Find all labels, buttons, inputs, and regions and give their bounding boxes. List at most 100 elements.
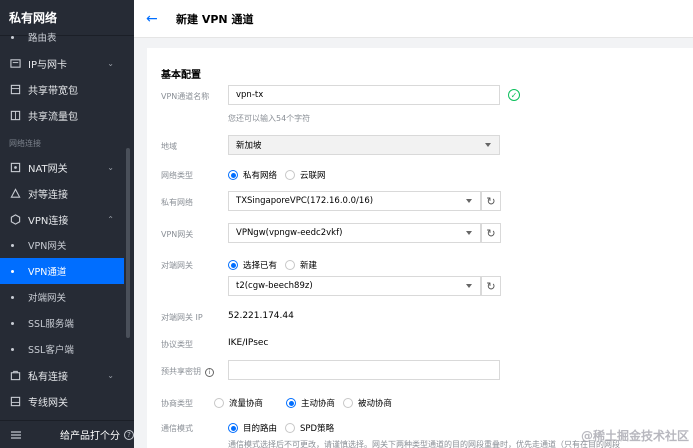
sidebar-item-ip-card[interactable]: IP与网卡 ⌄ (0, 50, 124, 76)
radio-label: 私有网络 (243, 171, 278, 181)
vpc-value: TXSingaporeVPC(172.16.0.0/16) (236, 196, 374, 206)
page-title: 新建 VPN 通道 (176, 12, 254, 26)
radio-ccn[interactable]: 云联网 (285, 169, 326, 181)
check-circle-icon: ✓ (508, 89, 520, 101)
sidebar-scrollbar[interactable] (126, 148, 130, 338)
tunnel-name-input[interactable]: vpn-tx (228, 85, 500, 105)
peer-ip-value: 52.221.174.44 (228, 311, 294, 321)
caret-down-icon (485, 143, 491, 147)
radio-circle (228, 260, 238, 270)
info-icon[interactable]: i (205, 368, 214, 377)
name-hint: 您还可以输入54个字符 (228, 114, 311, 123)
bullet-icon (11, 295, 14, 299)
radio-circle (228, 423, 238, 433)
sidebar-item-customer-gateway[interactable]: 对端网关 (0, 284, 124, 310)
radio-active-negotiation[interactable]: 主动协商 (286, 397, 335, 409)
sidebar-item-label: VPN通道 (28, 267, 67, 278)
psk-input[interactable] (228, 360, 500, 380)
protocol-label: 协议类型 (161, 340, 193, 349)
section-label-network-connection: 网络连接 (9, 139, 41, 148)
sidebar-item-label: 对等连接 (28, 189, 68, 201)
collapse-icon[interactable] (10, 429, 22, 441)
bullet-icon (11, 269, 14, 273)
peer-gateway-label: 对端网关 (161, 261, 193, 270)
vpn-gateway-label: VPN网关 (161, 230, 194, 239)
radio-passive-negotiation[interactable]: 被动协商 (343, 397, 392, 409)
sidebar-item-peering[interactable]: 对等连接 (0, 180, 124, 206)
peer-gateway-select[interactable]: t2(cgw-beech89z) (228, 276, 481, 296)
refresh-vpn-gateway-button[interactable]: ↻ (481, 223, 501, 243)
protocol-value: IKE/IPsec (228, 338, 269, 348)
chevron-down-icon: ⌄ (107, 370, 114, 380)
sidebar: 私有网络 路由表 IP与网卡 ⌄ 共享带宽包 共享流量包 网络连接 NAT网关 … (0, 0, 134, 448)
traffic-package-icon (9, 109, 21, 121)
name-label: VPN通道名称 (161, 92, 210, 101)
chevron-down-icon: ⌄ (107, 162, 114, 172)
sidebar-item-label: IP与网卡 (28, 59, 67, 71)
rate-product-bar[interactable]: 给产品打个分 ? (0, 420, 134, 448)
region-select[interactable]: 新加坡 (228, 135, 500, 155)
refresh-icon: ↻ (486, 279, 496, 293)
radio-create-new[interactable]: 新建 (285, 259, 317, 271)
sidebar-item-route-table[interactable]: 路由表 (0, 30, 124, 44)
ip-card-icon (9, 57, 21, 69)
radio-select-existing[interactable]: 选择已有 (228, 259, 277, 271)
bandwidth-package-icon (9, 83, 21, 95)
network-type-label: 网络类型 (161, 171, 193, 180)
sidebar-item-label: VPN网关 (28, 241, 67, 252)
sidebar-item-label: 私有连接 (28, 371, 68, 383)
nat-gateway-icon (9, 161, 21, 173)
radio-label: 云联网 (300, 171, 326, 181)
radio-circle (285, 423, 295, 433)
vpn-icon (9, 213, 21, 225)
sidebar-item-private-link[interactable]: 私有连接 ⌄ (0, 362, 124, 388)
sidebar-item-nat-gateway[interactable]: NAT网关 ⌄ (0, 154, 124, 180)
refresh-peer-gateway-button[interactable]: ↻ (481, 276, 501, 296)
radio-destination-route[interactable]: 目的路由 (228, 422, 277, 434)
radio-label: 选择已有 (243, 261, 278, 271)
radio-label: 流量协商 (229, 399, 264, 409)
form-panel: 基本配置 VPN通道名称 vpn-tx ✓ 您还可以输入54个字符 地域 新加坡… (147, 48, 693, 448)
vpn-gateway-select[interactable]: VPNgw(vpngw-eedc2vkf) (228, 223, 481, 243)
radio-traffic-negotiation[interactable]: 流量协商 (214, 397, 263, 409)
radio-spd-policy[interactable]: SPD策略 (285, 422, 334, 434)
bullet-icon (11, 347, 14, 351)
refresh-vpc-button[interactable]: ↻ (481, 191, 501, 211)
radio-label: 主动协商 (301, 399, 336, 409)
region-label: 地域 (161, 142, 177, 151)
caret-down-icon (466, 284, 472, 288)
radio-label: 新建 (300, 261, 318, 271)
radio-circle (228, 170, 238, 180)
caret-down-icon (466, 231, 472, 235)
help-icon[interactable]: ? (124, 429, 134, 440)
sidebar-item-label: 专线网关 (28, 397, 68, 409)
radio-label: 目的路由 (243, 424, 278, 434)
psk-label-wrap: 预共享密钥 i (161, 366, 214, 377)
bullet-icon (11, 35, 14, 39)
vpn-gateway-value: VPNgw(vpngw-eedc2vkf) (236, 228, 343, 238)
vpc-select[interactable]: TXSingaporeVPC(172.16.0.0/16) (228, 191, 481, 211)
refresh-icon: ↻ (486, 194, 496, 208)
refresh-icon: ↻ (486, 226, 496, 240)
peer-gateway-value: t2(cgw-beech89z) (236, 281, 313, 291)
sidebar-item-ssl-server[interactable]: SSL服务端 (0, 310, 124, 336)
sidebar-item-traffic-package[interactable]: 共享流量包 (0, 102, 124, 128)
radio-private-network[interactable]: 私有网络 (228, 169, 277, 181)
rate-product-label[interactable]: 给产品打个分 (60, 427, 120, 442)
sidebar-item-bandwidth-package[interactable]: 共享带宽包 (0, 76, 124, 102)
back-arrow-icon[interactable]: ← (146, 11, 160, 27)
sidebar-item-ssl-client[interactable]: SSL客户端 (0, 336, 124, 362)
dc-gateway-icon (9, 395, 21, 407)
sidebar-item-label: 对端网关 (28, 293, 67, 304)
radio-circle (285, 260, 295, 270)
section-title: 基本配置 (161, 70, 201, 81)
bullet-icon (11, 321, 14, 325)
sidebar-item-label: 路由表 (28, 33, 57, 44)
sidebar-item-vpn-gateway[interactable]: VPN网关 (0, 232, 124, 258)
radio-circle (286, 398, 296, 408)
page-header: ← 新建 VPN 通道 (134, 0, 693, 38)
sidebar-item-label: VPN连接 (28, 215, 69, 227)
sidebar-item-vpn-tunnel[interactable]: VPN通道 (0, 258, 124, 284)
sidebar-item-dc-gateway[interactable]: 专线网关 (0, 388, 124, 414)
sidebar-item-vpn-connection[interactable]: VPN连接 ⌃ (0, 206, 124, 232)
